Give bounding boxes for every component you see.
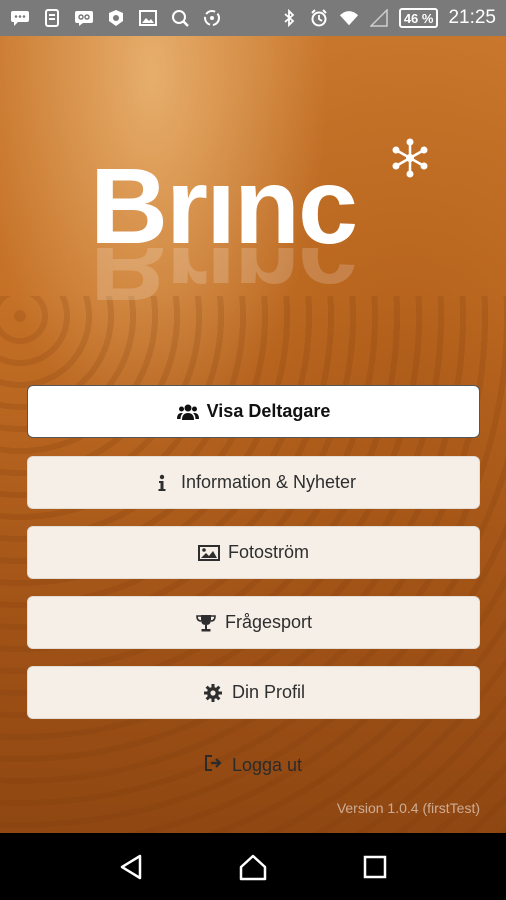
status-bar: 46 % 21:25 <box>0 0 506 36</box>
app-logo: Brınc <box>90 145 358 266</box>
voicemail-icon <box>74 9 94 27</box>
home-screen: Brınc Brınc Visa Deltagare Information &… <box>0 36 506 833</box>
visa-deltagare-label: Visa Deltagare <box>206 401 331 421</box>
recents-button[interactable] <box>355 847 395 887</box>
shield-icon <box>106 9 126 27</box>
system-status: 46 % 21:25 <box>279 7 496 29</box>
home-button[interactable] <box>233 847 273 887</box>
home-icon <box>239 854 267 880</box>
information-nyheter-label: Information & Nyheter <box>180 472 357 492</box>
wifi-icon <box>339 9 359 27</box>
image-icon <box>138 9 158 27</box>
search-icon <box>170 9 190 27</box>
asterisk-logo-icon <box>388 136 432 180</box>
back-icon <box>120 854 142 879</box>
din-profil-label: Din Profil <box>231 682 306 702</box>
battery-indicator: 46 % <box>398 8 439 28</box>
alarm-icon <box>309 9 329 27</box>
recents-icon <box>363 855 387 878</box>
visa-deltagare-button[interactable]: Visa Deltagare <box>27 385 480 438</box>
notification-icons <box>10 9 222 27</box>
sync-icon <box>202 9 222 27</box>
din-profil-button[interactable]: Din Profil <box>27 666 480 719</box>
users-icon <box>176 402 199 422</box>
gear-icon <box>202 683 224 703</box>
image-icon <box>197 543 220 563</box>
fragesport-button[interactable]: Frågesport <box>27 596 480 649</box>
back-button[interactable] <box>111 847 151 887</box>
chat-icon <box>10 9 30 27</box>
navigation-bar <box>0 833 506 900</box>
fotostrom-label: Fotoström <box>227 542 310 562</box>
fragesport-label: Frågesport <box>224 612 313 632</box>
clock: 21:25 <box>448 7 496 28</box>
trophy-icon <box>195 613 217 633</box>
signal-icon <box>369 9 389 27</box>
app-logo-reflection: Brınc <box>90 248 357 318</box>
info-icon <box>151 473 173 493</box>
information-nyheter-button[interactable]: Information & Nyheter <box>27 456 480 509</box>
logout-icon <box>204 754 224 777</box>
fotostrom-button[interactable]: Fotoström <box>27 526 480 579</box>
logga-ut-label: Logga ut <box>231 754 303 775</box>
logga-ut-link[interactable]: Logga ut <box>0 750 506 780</box>
bluetooth-icon <box>279 9 299 27</box>
version-text: Version 1.0.4 (firstTest) <box>336 800 480 816</box>
phone-icon <box>42 9 62 27</box>
